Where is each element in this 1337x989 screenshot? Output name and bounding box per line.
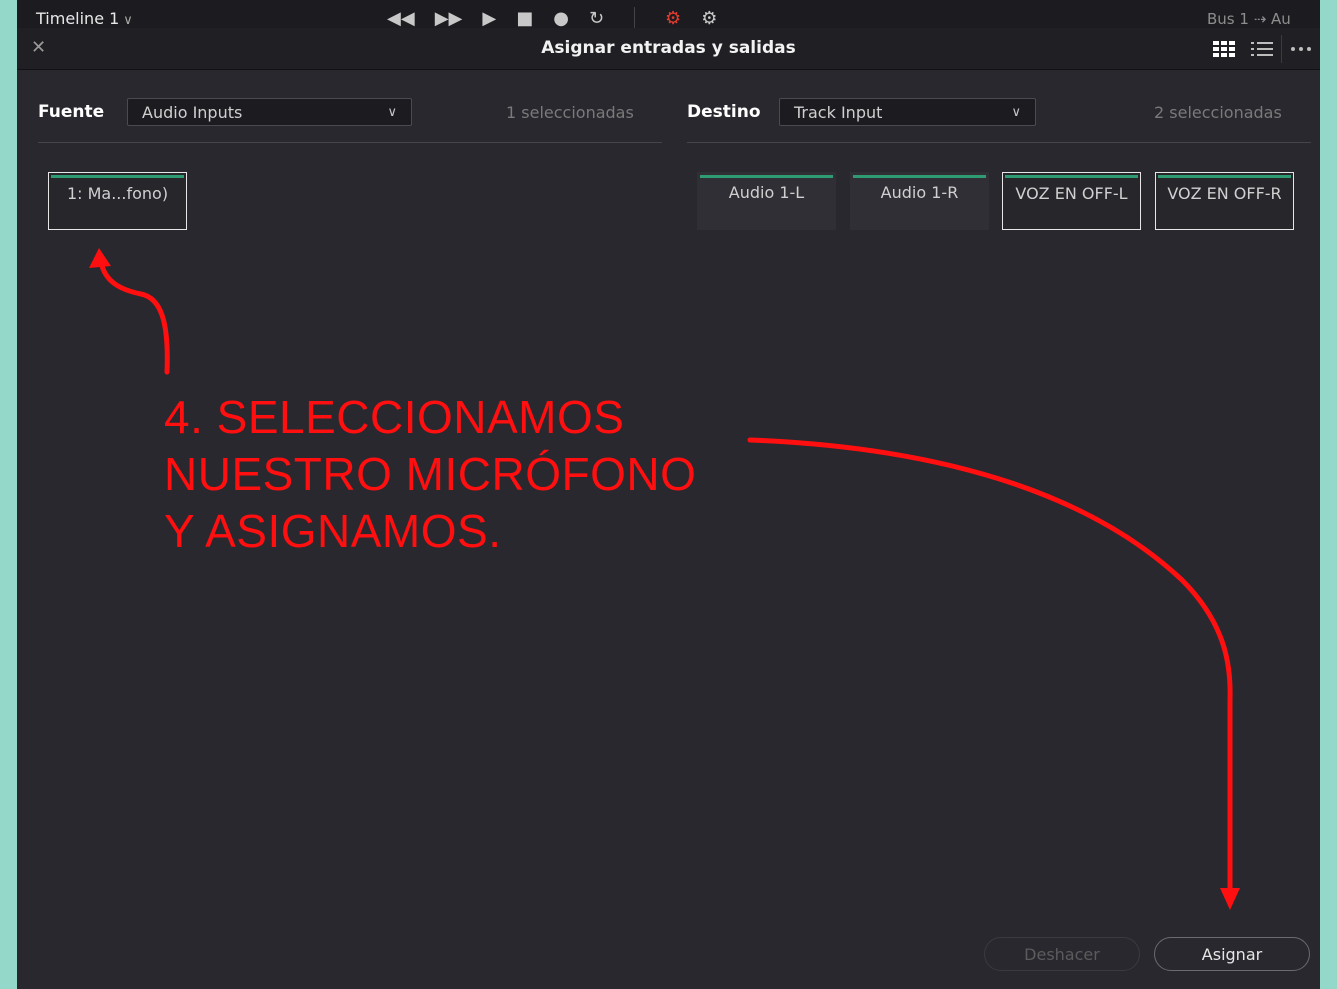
tutorial-annotation-text: 4. SELECCIONAMOS NUESTRO MICRÓFONO Y ASI… bbox=[164, 391, 697, 557]
arrow-to-assign-button bbox=[747, 437, 1233, 891]
arrowhead-down bbox=[1220, 888, 1240, 910]
arrowhead-up bbox=[89, 248, 111, 268]
patch-io-window: Timeline 1 ∨ ◀◀ ▶▶ ▶ ■ ● ↻ ⚙ ⚙ Bus 1 ⇢ Au… bbox=[17, 0, 1320, 989]
arrow-to-source-chip bbox=[98, 259, 170, 375]
